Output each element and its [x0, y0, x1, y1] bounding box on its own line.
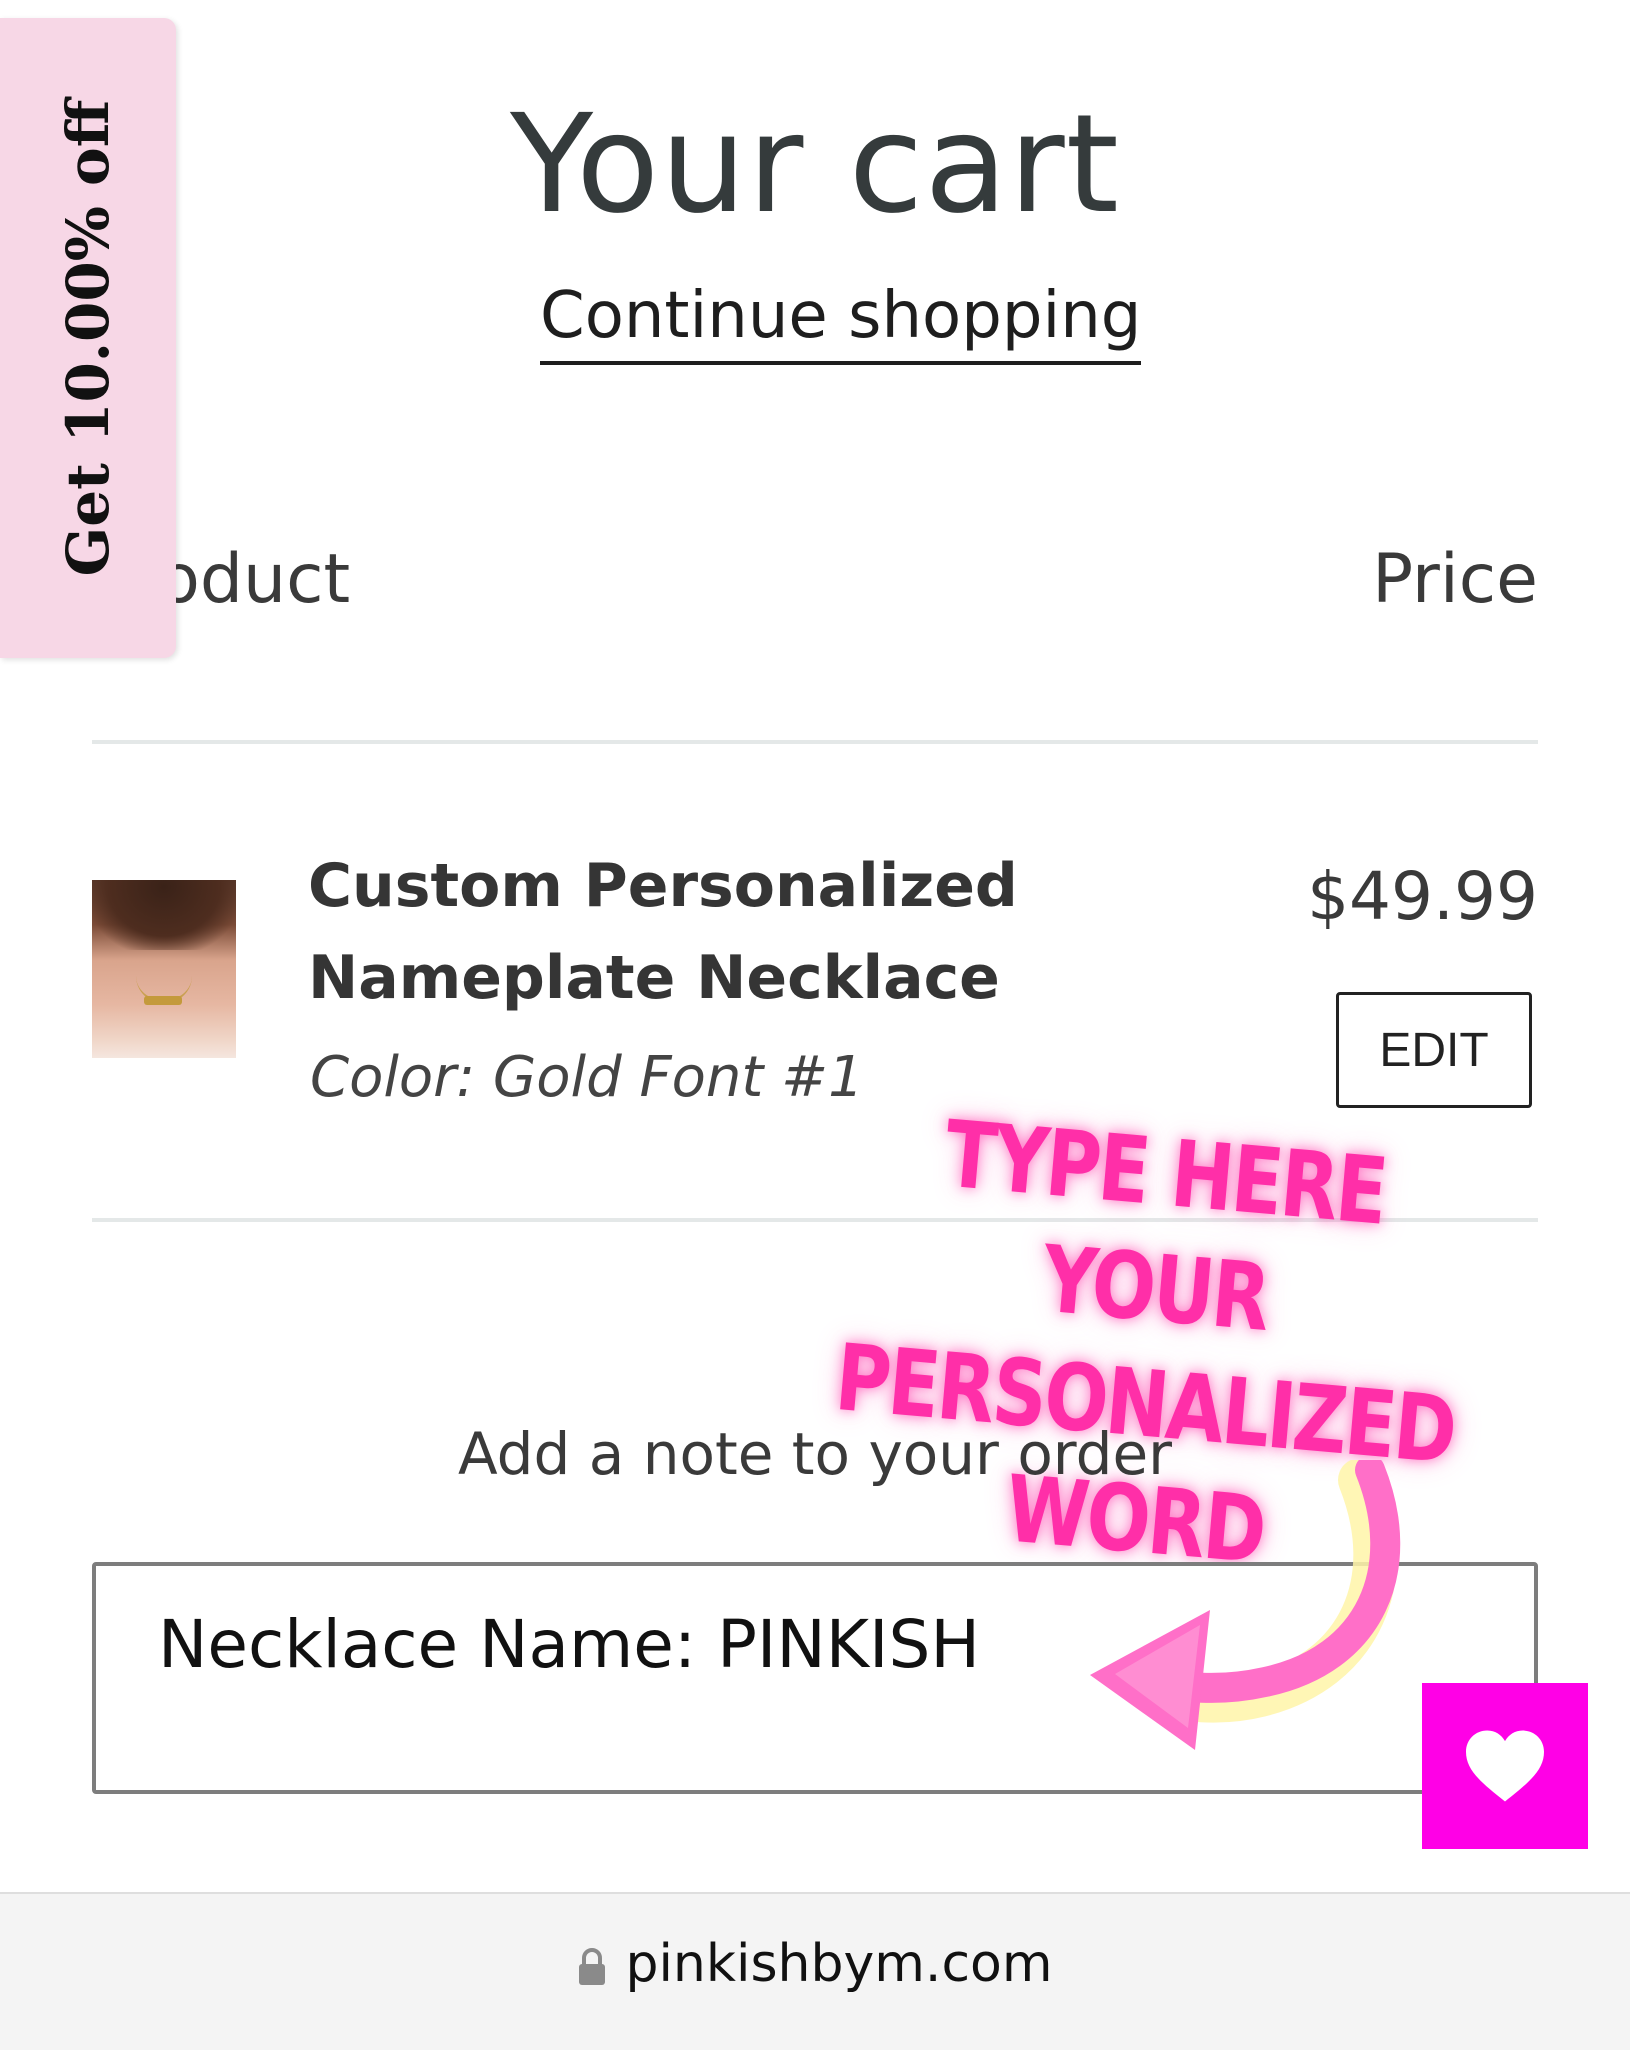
heart-icon	[1466, 1730, 1544, 1802]
product-price: $49.99	[1307, 858, 1538, 935]
curved-arrow-icon	[1090, 1460, 1401, 1750]
continue-shopping-link[interactable]: Continue shopping	[540, 275, 1142, 365]
product-variant: Color: Gold Font #1	[310, 1045, 864, 1110]
browser-url: pinkishbym.com	[625, 1934, 1053, 1994]
discount-tab-label: Get 10.00% off	[54, 99, 122, 577]
lock-icon	[579, 1948, 606, 1985]
column-header-price: Price	[1372, 540, 1538, 619]
browser-address-bar[interactable]: pinkishbym.com	[0, 1892, 1630, 2050]
divider	[92, 740, 1538, 744]
wishlist-button[interactable]	[1422, 1683, 1588, 1849]
page-title: Your cart	[510, 86, 1120, 244]
product-title[interactable]: Custom Personalized Nameplate Necklace	[308, 840, 1028, 1024]
edit-button[interactable]: EDIT	[1336, 992, 1532, 1108]
discount-tab[interactable]: Get 10.00% off	[0, 18, 176, 658]
product-thumbnail[interactable]	[92, 880, 236, 1058]
